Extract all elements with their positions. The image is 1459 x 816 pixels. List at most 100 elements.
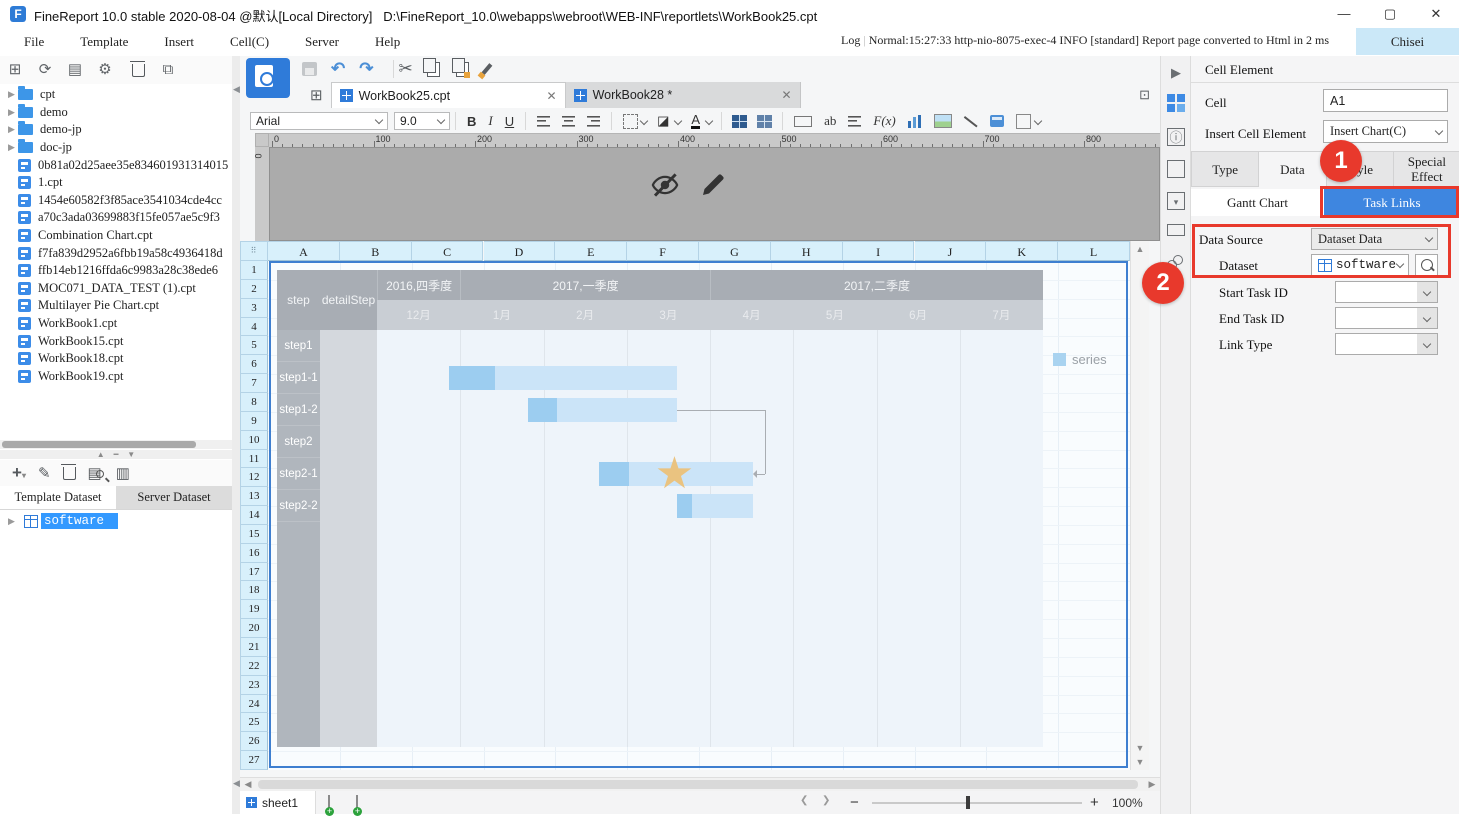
- column-header-B[interactable]: B: [340, 241, 412, 261]
- tab-template-dataset[interactable]: Template Dataset: [0, 486, 116, 509]
- row-header-10[interactable]: 10: [240, 431, 268, 450]
- cell-ref-input[interactable]: A1: [1323, 89, 1448, 112]
- next-page-icon[interactable]: ❯: [822, 795, 830, 806]
- column-header-J[interactable]: J: [915, 241, 987, 261]
- align-left-icon[interactable]: [537, 116, 550, 127]
- column-header-C[interactable]: C: [412, 241, 484, 261]
- menu-cellc[interactable]: Cell(C): [212, 28, 287, 55]
- underline-button[interactable]: U: [505, 114, 514, 129]
- row-header-23[interactable]: 23: [240, 676, 268, 695]
- user-account-badge[interactable]: Chisei: [1356, 28, 1459, 55]
- rich-text-icon[interactable]: ab: [824, 113, 836, 129]
- scroll-left-icon[interactable]: ◀: [240, 778, 256, 791]
- format-painter-icon[interactable]: [481, 63, 492, 75]
- panel-splitter[interactable]: ▲ ━ ▼: [0, 450, 232, 459]
- tab-workbook25[interactable]: WorkBook25.cpt ✕: [331, 82, 566, 108]
- tree-folder-demo[interactable]: ▶demo: [0, 104, 232, 122]
- dataset-search-button[interactable]: [1415, 254, 1438, 276]
- row-header-7[interactable]: 7: [240, 374, 268, 393]
- collapse-left-icon[interactable]: ◀: [233, 84, 240, 95]
- tree-file[interactable]: WorkBook1.cpt: [0, 315, 232, 333]
- tree-view-icon[interactable]: ▤: [60, 56, 90, 84]
- tree-folder-demo-jp[interactable]: ▶demo-jp: [0, 121, 232, 139]
- scrollbar-thumb[interactable]: [258, 780, 1138, 789]
- row-header-16[interactable]: 16: [240, 544, 268, 563]
- field-combo-start-task-id[interactable]: [1335, 281, 1438, 303]
- scroll-right-icon[interactable]: ▶: [1144, 778, 1160, 791]
- row-header-13[interactable]: 13: [240, 487, 268, 506]
- add-dataset-icon[interactable]: +▾: [12, 463, 26, 483]
- tree-file[interactable]: 1.cpt: [0, 174, 232, 192]
- field-combo-link-type[interactable]: [1335, 333, 1438, 355]
- sheet-tab-sheet1[interactable]: sheet1: [240, 791, 316, 814]
- canvas-vertical-scrollbar[interactable]: ▲ ▼ ▼: [1130, 241, 1149, 770]
- edit-pencil-icon[interactable]: [698, 170, 728, 200]
- tree-file[interactable]: WorkBook19.cpt: [0, 368, 232, 386]
- tree-file[interactable]: WorkBook15.cpt: [0, 332, 232, 350]
- font-family-combo[interactable]: Arial: [250, 112, 388, 130]
- tab-data[interactable]: Data: [1258, 151, 1326, 187]
- cell-attributes-icon[interactable]: ⓘ: [1167, 128, 1185, 146]
- subtab-task-links[interactable]: Task Links: [1324, 189, 1459, 216]
- column-header-D[interactable]: D: [484, 241, 556, 261]
- row-header-18[interactable]: 18: [240, 581, 268, 600]
- hide-preview-icon[interactable]: [650, 170, 680, 200]
- tree-file[interactable]: 1454e60582f3f85ace3541034cde4cc: [0, 192, 232, 210]
- menu-file[interactable]: File: [6, 28, 62, 55]
- insert-line-icon[interactable]: [964, 115, 978, 128]
- row-header-8[interactable]: 8: [240, 393, 268, 412]
- duplicate-icon[interactable]: ⧉: [153, 56, 183, 84]
- template-search-icon[interactable]: [246, 58, 290, 98]
- column-header-L[interactable]: L: [1058, 241, 1130, 261]
- condition-attributes-icon[interactable]: [1167, 224, 1185, 236]
- new-template-icon[interactable]: ⊞: [310, 86, 323, 104]
- column-header-G[interactable]: G: [699, 241, 771, 261]
- row-header-14[interactable]: 14: [240, 506, 268, 525]
- tree-folder-doc-jp[interactable]: ▶doc-jp: [0, 139, 232, 157]
- italic-button[interactable]: I: [488, 113, 492, 129]
- expander-icon[interactable]: ▶: [8, 89, 18, 100]
- minimize-button[interactable]: —: [1321, 0, 1367, 28]
- zoom-slider-track[interactable]: [872, 802, 1082, 804]
- row-header-27[interactable]: 27: [240, 751, 268, 770]
- row-header-24[interactable]: 24: [240, 695, 268, 714]
- row-header-1[interactable]: 1: [240, 261, 268, 280]
- row-header-9[interactable]: 9: [240, 412, 268, 431]
- unmerge-cells-icon[interactable]: [757, 115, 772, 128]
- column-header-I[interactable]: I: [843, 241, 915, 261]
- row-header-19[interactable]: 19: [240, 600, 268, 619]
- paste-icon[interactable]: [456, 62, 469, 77]
- subtab-gantt-chart[interactable]: Gantt Chart: [1191, 189, 1324, 216]
- data-source-combo[interactable]: Dataset Data: [1311, 228, 1438, 250]
- bold-button[interactable]: B: [467, 114, 476, 129]
- tree-file[interactable]: f7fa839d2952a6fbb19a58c4936418d: [0, 244, 232, 262]
- tree-folder-cpt[interactable]: ▶cpt: [0, 86, 232, 104]
- row-header-21[interactable]: 21: [240, 638, 268, 657]
- dataset-combo[interactable]: software: [1311, 254, 1409, 276]
- merge-cells-icon[interactable]: [732, 115, 747, 128]
- menu-help[interactable]: Help: [357, 28, 418, 55]
- scroll-down2-icon[interactable]: ▼: [1131, 754, 1149, 770]
- insert-widget-icon[interactable]: [990, 115, 1004, 127]
- dataset-item-software[interactable]: ▶ software: [0, 512, 232, 530]
- select-all-corner[interactable]: ⠿: [240, 241, 268, 261]
- row-header-15[interactable]: 15: [240, 525, 268, 544]
- text-field-icon[interactable]: [794, 116, 812, 127]
- zoom-in-icon[interactable]: +: [1090, 794, 1099, 811]
- row-header-25[interactable]: 25: [240, 713, 268, 732]
- delete-icon[interactable]: [132, 64, 145, 77]
- close-button[interactable]: ✕: [1413, 0, 1459, 28]
- tree-file[interactable]: Multilayer Pie Chart.cpt: [0, 297, 232, 315]
- close-tab-icon[interactable]: ✕: [782, 88, 792, 102]
- zoom-slider-handle[interactable]: [966, 796, 970, 809]
- cut-icon[interactable]: ✂: [399, 59, 413, 79]
- expander-icon[interactable]: ▶: [8, 142, 18, 153]
- copy-icon[interactable]: [427, 62, 440, 77]
- expander-icon[interactable]: ▶: [8, 124, 18, 135]
- edit-dataset-icon[interactable]: ✎: [38, 464, 51, 482]
- refresh-icon[interactable]: ⟳: [30, 56, 60, 84]
- formula-icon[interactable]: F(x): [873, 113, 895, 129]
- tree-file[interactable]: MOC071_DATA_TEST (1).cpt: [0, 280, 232, 298]
- row-header-26[interactable]: 26: [240, 732, 268, 751]
- save-icon[interactable]: [302, 62, 317, 76]
